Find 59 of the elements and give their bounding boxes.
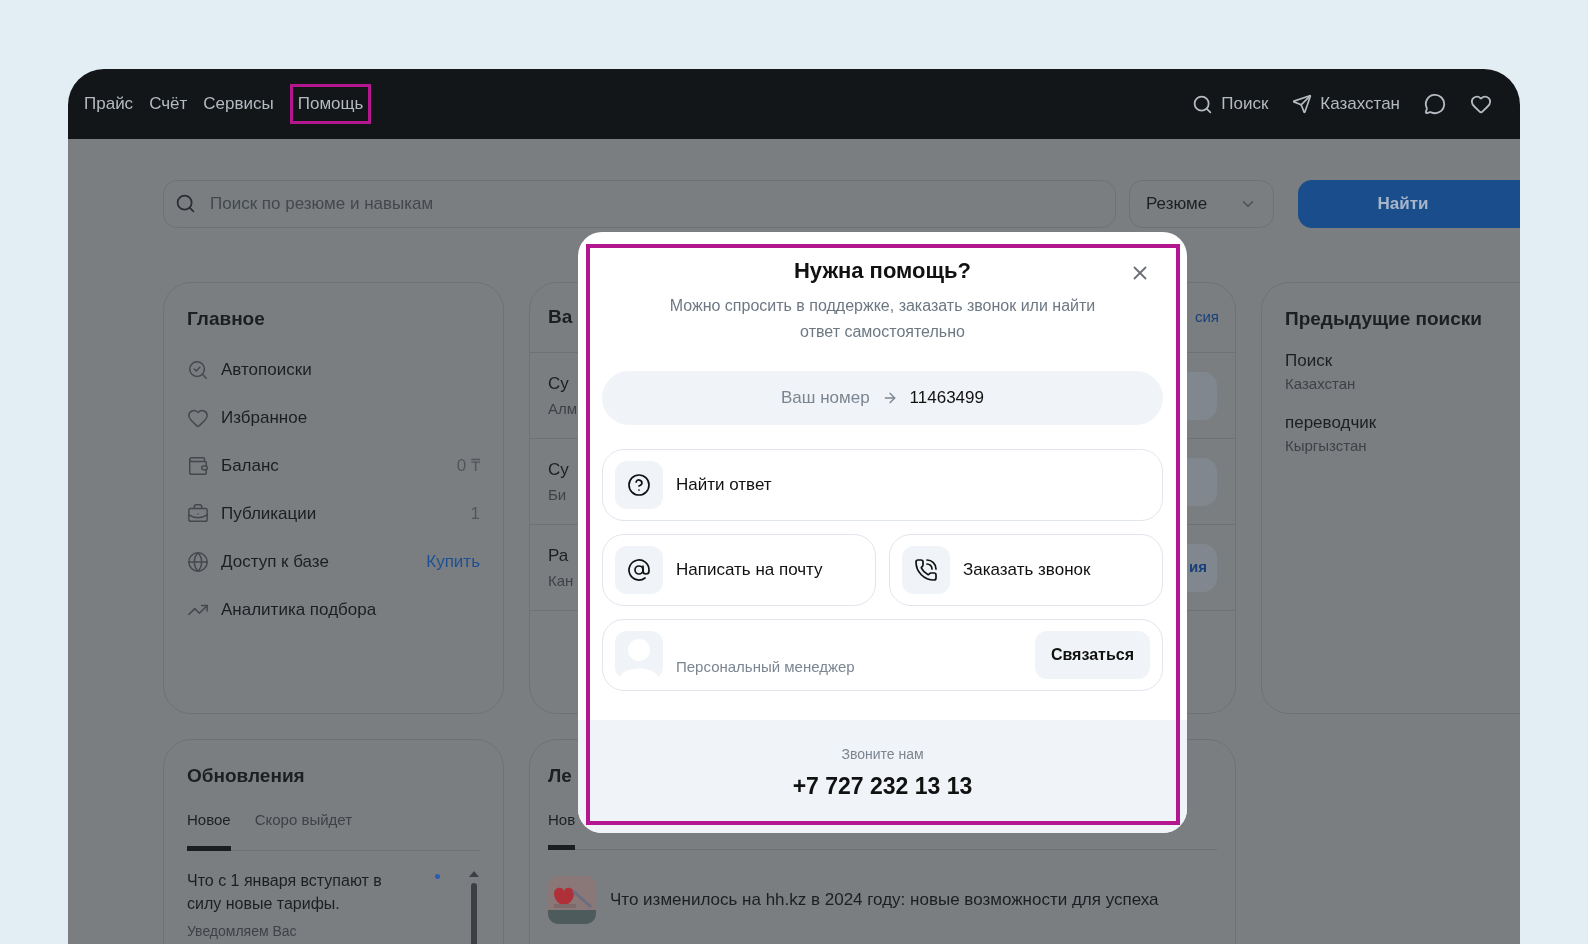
help-icon bbox=[627, 473, 651, 497]
row-title: Су bbox=[548, 372, 570, 395]
menu-item[interactable]: Баланс bbox=[221, 452, 279, 479]
search-query[interactable]: Поиск bbox=[1285, 347, 1520, 373]
phone-number: +7 727 232 13 13 bbox=[792, 772, 973, 801]
number-label: Ваш номер bbox=[781, 387, 870, 410]
row-title: Су bbox=[548, 458, 569, 481]
globe-icon bbox=[187, 550, 209, 573]
row-subtitle: Алм bbox=[548, 399, 578, 419]
chat-icon[interactable] bbox=[1424, 93, 1446, 115]
menu-item[interactable]: Публикации bbox=[221, 500, 317, 527]
phone-icon bbox=[914, 558, 938, 582]
card-title: Предыдущие поиски bbox=[1285, 307, 1484, 331]
heart-icon[interactable] bbox=[1470, 93, 1492, 115]
tab[interactable]: Скоро выйдет bbox=[254, 808, 353, 850]
option-button[interactable]: Найти ответ bbox=[602, 449, 1163, 521]
card-title: Главное bbox=[187, 307, 266, 331]
menu-item[interactable]: Доступ к базе bbox=[221, 548, 329, 575]
nav-link[interactable]: Сервисы bbox=[203, 91, 274, 117]
menu-item[interactable]: Автопоиски bbox=[221, 356, 312, 383]
manager-label: Персональный менеджер bbox=[676, 656, 855, 677]
tab[interactable]: Новое bbox=[187, 808, 231, 851]
row-title: Ра bbox=[548, 544, 570, 567]
card-title: Обновления bbox=[186, 764, 306, 788]
search-icon bbox=[175, 193, 196, 214]
search-button[interactable]: Поиск bbox=[1192, 91, 1269, 117]
footer-label: Звоните нам bbox=[841, 745, 924, 764]
number-value: 11463499 bbox=[909, 387, 984, 410]
nav-link[interactable]: Счёт bbox=[149, 91, 188, 117]
option-button[interactable]: Написать на почту bbox=[602, 534, 876, 606]
find-button[interactable]: Найти bbox=[1298, 180, 1520, 228]
menu-item[interactable]: Избранное bbox=[221, 404, 308, 431]
contact-button[interactable]: Связаться bbox=[1034, 631, 1150, 679]
type-dropdown[interactable]: Резюме bbox=[1129, 180, 1274, 228]
row-subtitle: Би bbox=[548, 485, 568, 505]
region-button[interactable]: Казахстан bbox=[1292, 91, 1400, 117]
wallet-icon bbox=[187, 454, 209, 477]
briefcase-icon bbox=[187, 502, 209, 525]
scrollbar[interactable] bbox=[468, 869, 480, 944]
card-title: Ле bbox=[548, 764, 572, 788]
search-icon bbox=[187, 358, 209, 381]
row-subtitle: Кан bbox=[548, 571, 574, 591]
search-region: Казахстан bbox=[1285, 374, 1357, 394]
update-title[interactable]: Что с 1 января вступают в силу новые тарифы. bbox=[187, 869, 416, 915]
menu-item[interactable]: Аналитика подбора bbox=[221, 596, 377, 623]
update-subtitle: Уведомляем Вас bbox=[187, 922, 298, 941]
search-icon bbox=[1192, 93, 1214, 115]
nav-link[interactable]: Прайс bbox=[84, 91, 134, 117]
navigation-icon bbox=[1292, 94, 1313, 114]
nav-link[interactable]: Помощь bbox=[289, 84, 372, 124]
news-title[interactable]: Что изменилось на hh.kz в 2024 году: новые возможности для успеха bbox=[610, 887, 1159, 913]
option-button[interactable]: Заказать звонок bbox=[889, 534, 1163, 606]
dialog-title: Нужна помощь? bbox=[794, 257, 971, 285]
dialog-subtitle: Можно спросить в поддержке, заказать звонок или найти ответ самостоятельно bbox=[668, 296, 1097, 342]
search-region: Кыргызстан bbox=[1285, 436, 1368, 456]
card-link[interactable]: сия bbox=[1195, 306, 1219, 329]
search-query[interactable]: переводчик bbox=[1285, 409, 1520, 435]
card-title: Ва bbox=[548, 305, 573, 330]
at-sign-icon bbox=[627, 558, 651, 582]
